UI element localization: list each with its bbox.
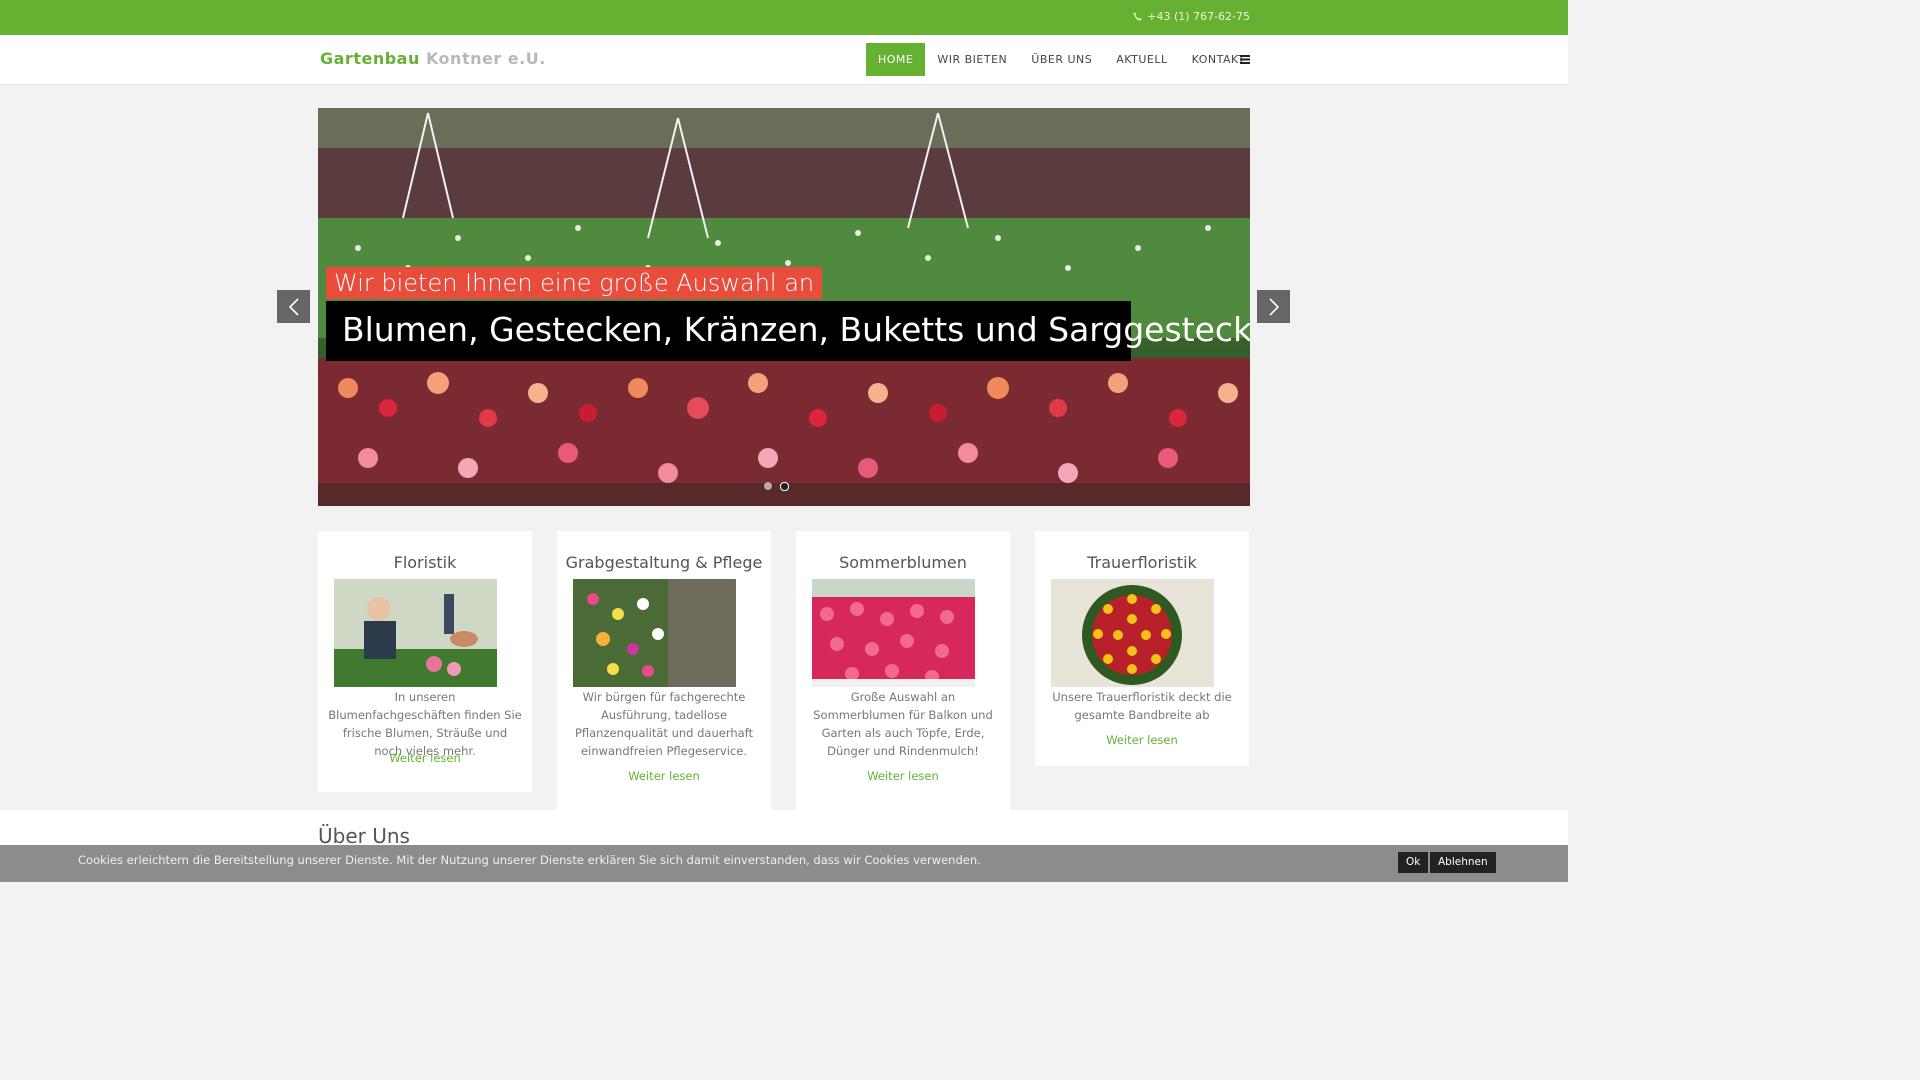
slider-pagination — [764, 482, 789, 491]
card-title: Trauerfloristik — [1087, 553, 1197, 572]
nav-item-home[interactable]: HOME — [866, 43, 926, 76]
card-text: Große Auswahl an Sommerblumen für Balkon… — [813, 690, 993, 758]
card-read-more-link[interactable]: Weiter lesen — [796, 769, 1010, 783]
card-text: Wir bürgen für fachgerechte Ausführung, … — [574, 690, 754, 758]
top-bar: +43 (1) 767-62-75 — [0, 0, 1568, 35]
card-title: Grabgestaltung & Pflege — [565, 553, 763, 572]
nav-item-ueber-uns[interactable]: ÜBER UNS — [1019, 43, 1104, 76]
slide-caption-line2: Blumen, Gestecken, Kränzen, Buketts und … — [326, 301, 1250, 361]
card-image-grabgestaltung — [573, 579, 736, 687]
site-logo[interactable]: Gartenbau Kontner e.U. — [320, 49, 546, 68]
phone-number: +43 (1) 767-62-75 — [1147, 10, 1250, 23]
phone-icon — [1133, 12, 1142, 21]
slider-next-button[interactable] — [1257, 290, 1290, 323]
card-text: In unseren Blumenfachgeschäften finden S… — [328, 690, 522, 758]
chevron-right-icon — [1268, 297, 1279, 316]
card-floristik: Floristik In unseren Blumenfachgeschäfte… — [318, 531, 532, 792]
card-read-more-link[interactable]: Weiter lesen — [1035, 733, 1249, 747]
card-read-more-link[interactable]: Weiter lesen — [318, 751, 532, 765]
card-text: Unsere Trauerfloristik deckt die gesamte… — [1052, 690, 1232, 722]
phone-contact[interactable]: +43 (1) 767-62-75 — [1133, 10, 1250, 23]
card-grabgestaltung: Grabgestaltung & Pflege Wir bürgen für f… — [557, 531, 771, 810]
card-sommerblumen: Sommerblumen Große Auswahl an Sommerblum… — [796, 531, 1010, 810]
cookie-ok-button[interactable]: Ok — [1398, 852, 1429, 873]
cookie-banner: Cookies erleichtern die Bereitstellung u… — [0, 845, 1568, 882]
chevron-left-icon — [288, 297, 299, 316]
nav-item-aktuell[interactable]: AKTUELL — [1104, 43, 1179, 76]
logo-part-1: Gartenbau — [320, 49, 420, 68]
cookie-text: Cookies erleichtern die Bereitstellung u… — [78, 853, 981, 867]
card-title: Sommerblumen — [839, 553, 967, 572]
hamburger-icon[interactable] — [1240, 43, 1252, 76]
card-read-more-link[interactable]: Weiter lesen — [557, 769, 771, 783]
card-title: Floristik — [393, 553, 457, 572]
site-header: Gartenbau Kontner e.U. HOME WIR BIETEN Ü… — [0, 35, 1568, 85]
card-image-trauerfloristik — [1051, 579, 1214, 687]
slide-caption-line1: Wir bieten Ihnen eine große Auswahl an — [326, 267, 823, 299]
logo-part-2: Kontner e.U. — [425, 49, 546, 68]
slider-dot-2[interactable] — [780, 482, 789, 491]
nav-item-wir-bieten[interactable]: WIR BIETEN — [925, 43, 1019, 76]
slider-prev-button[interactable] — [277, 290, 310, 323]
main-nav: HOME WIR BIETEN ÜBER UNS AKTUELL KONTAKT — [866, 43, 1257, 76]
cookie-decline-button[interactable]: Ablehnen — [1430, 852, 1496, 873]
card-trauerfloristik: Trauerfloristik Unsere Trauerfloristik d… — [1035, 531, 1249, 766]
card-image-floristik — [334, 579, 497, 687]
slider-dot-1[interactable] — [764, 482, 772, 490]
card-image-sommerblumen — [812, 579, 975, 687]
hero-slider: Wir bieten Ihnen eine große Auswahl an B… — [318, 108, 1250, 506]
